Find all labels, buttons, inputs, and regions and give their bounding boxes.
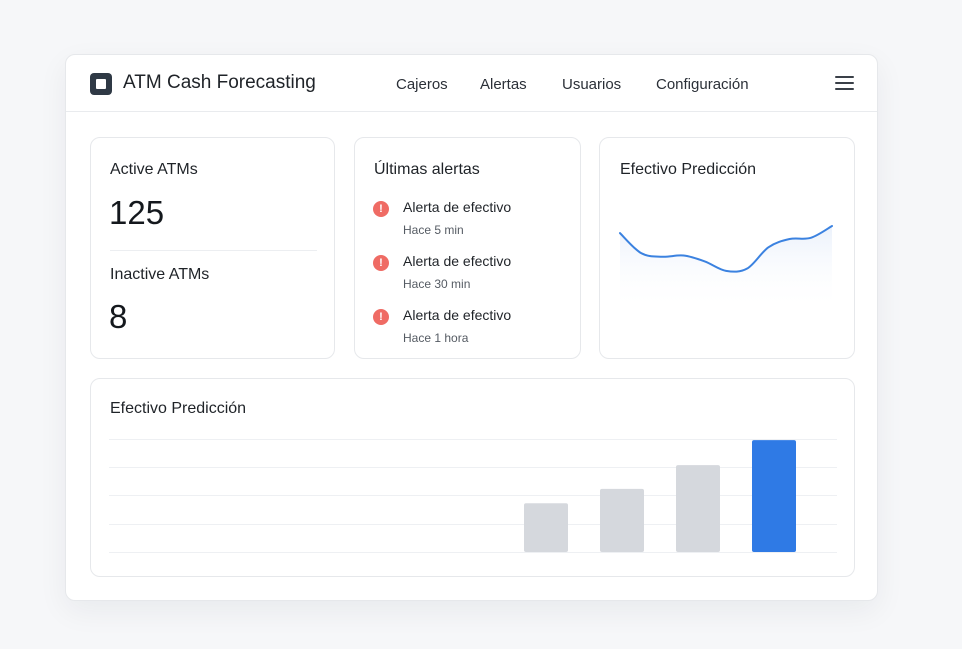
alert-time: Hace 30 min [403, 277, 471, 291]
inactive-atms-label: Inactive ATMs [110, 266, 210, 283]
alert-title: Alerta de efectivo [403, 307, 512, 323]
dashboard-window: ATM Cash Forecasting Cajeros Alertas Usu… [65, 54, 878, 601]
alert-item[interactable]: ! Alerta de efectivo Hace 5 min [373, 199, 573, 243]
alert-circle-icon: ! [373, 255, 389, 271]
alert-circle-icon: ! [373, 309, 389, 325]
active-atms-label: Active ATMs [110, 161, 198, 178]
bar-chart-title: Efectivo Predicción [110, 400, 247, 417]
atm-stats-card: Active ATMs 125 Inactive ATMs 8 [90, 137, 335, 359]
alert-item[interactable]: ! Alerta de efectivo Hace 1 hora [373, 307, 573, 351]
alerts-title: Últimas alertas [374, 161, 480, 178]
nav-link-cajeros[interactable]: Cajeros [396, 76, 448, 93]
active-atms-value: 125 [109, 194, 165, 231]
inactive-atms-value: 8 [109, 298, 128, 335]
hamburger-menu-icon[interactable] [835, 75, 854, 91]
nav-link-usuarios[interactable]: Usuarios [562, 76, 621, 93]
alert-item[interactable]: ! Alerta de efectivo Hace 30 min [373, 253, 573, 297]
forecast-bar-card: Efectivo Predicción [90, 378, 855, 577]
highlighted-forecast-bar [752, 440, 796, 552]
nav-link-alertas[interactable]: Alertas [480, 76, 527, 93]
alert-time: Hace 5 min [403, 223, 464, 237]
forecast-bar-chart [109, 439, 837, 553]
app-title: ATM Cash Forecasting [123, 72, 316, 93]
alert-time: Hace 1 hora [403, 331, 469, 345]
alert-title: Alerta de efectivo [403, 199, 512, 215]
forecast-bar [524, 503, 568, 552]
app-logo-icon [90, 73, 112, 95]
stats-divider [110, 250, 317, 251]
alert-title: Alerta de efectivo [403, 253, 512, 269]
nav-link-configuracion[interactable]: Configuración [656, 76, 749, 93]
forecast-bar [676, 465, 720, 552]
alert-circle-icon: ! [373, 201, 389, 217]
forecast-line-chart [619, 225, 833, 311]
forecast-bar [600, 488, 644, 552]
latest-alerts-card: Últimas alertas ! Alerta de efectivo Hac… [354, 137, 581, 359]
line-chart-title: Efectivo Predicción [620, 161, 757, 178]
forecast-line-card: Efectivo Predicción [599, 137, 855, 359]
top-navigation-bar: ATM Cash Forecasting Cajeros Alertas Usu… [66, 55, 877, 112]
